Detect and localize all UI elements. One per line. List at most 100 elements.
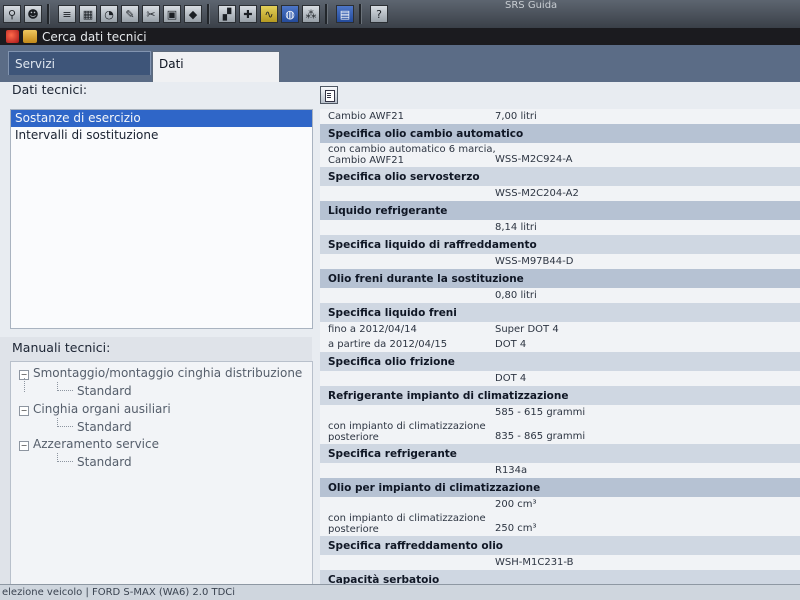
tree-connector	[57, 426, 73, 427]
section-header-label: Olio freni durante la sostituzione	[328, 273, 524, 285]
table-row: WSH-M1C231-B	[320, 555, 800, 570]
row-value: 7,00 litri	[495, 111, 537, 122]
tree-connector	[57, 382, 58, 391]
main-pane: Dati tecnici: Sostanze di esercizio Inte…	[0, 82, 800, 600]
calendar-icon[interactable]: ▤	[336, 5, 354, 23]
section-header-label: Specifica olio servosterzo	[328, 171, 480, 183]
tree-node-azzeramento-service[interactable]: − Azzeramento service	[19, 437, 159, 451]
puzzle-icon[interactable]: ✚	[239, 5, 257, 23]
image-icon[interactable]: ▣	[163, 5, 181, 23]
oscilloscope-icon[interactable]: ∿	[260, 5, 278, 23]
row-condition-label: fino a 2012/04/14	[328, 324, 417, 335]
row-condition-line: con impianto di climatizzazione	[328, 421, 486, 432]
table-row: con impianto di climatizzazione posterior…	[320, 420, 800, 444]
table-row: Cambio AWF21 7,00 litri	[320, 109, 800, 124]
table-row: WSS-M2C204-A2	[320, 186, 800, 201]
collapse-icon[interactable]: −	[19, 406, 29, 416]
row-condition-line: posteriore	[328, 524, 379, 535]
table-section-header: Specifica raffreddamento olio	[320, 536, 800, 555]
network-icon[interactable]: ⁂	[302, 5, 320, 23]
section-header-label: Specifica liquido freni	[328, 307, 457, 319]
table-section-header: Specifica liquido freni	[320, 303, 800, 322]
tree-connector	[24, 378, 25, 392]
help-icon[interactable]: ?	[370, 5, 388, 23]
tab-strip: Servizi manutenzione Dati manutenzione	[0, 45, 800, 95]
menu-partial[interactable]: SRS Guida	[505, 0, 557, 11]
table-section-header: Olio per impianto di climatizzazione	[320, 478, 800, 497]
tree-leaf-standard[interactable]: Standard	[77, 384, 132, 398]
table-section-header: Olio freni durante la sostituzione	[320, 269, 800, 288]
table-row: fino a 2012/04/14 Super DOT 4	[320, 322, 800, 337]
manuali-tecnici-label: Manuali tecnici:	[12, 340, 111, 355]
dati-tecnici-list: Sostanze di esercizio Intervalli di sost…	[10, 109, 313, 329]
table-row: a partire da 2012/04/15 DOT 4	[320, 337, 800, 352]
section-header-label: Specifica raffreddamento olio	[328, 540, 504, 552]
row-value: 0,80 litri	[495, 290, 537, 301]
diagram-icon[interactable]: ▞	[218, 5, 236, 23]
tree-node-cinghia-organi-ausiliari[interactable]: − Cinghia organi ausiliari	[19, 402, 171, 416]
section-header-label: Olio per impianto di climatizzazione	[328, 482, 541, 494]
section-header-label: Specifica olio cambio automatico	[328, 128, 524, 140]
manuali-tree: − Smontaggio/montaggio cinghia distribuzi…	[10, 361, 313, 600]
table-row: con cambio automatico 6 marcia, Cambio AW…	[320, 143, 800, 167]
sostanze-di-esercizio-table: Cambio AWF21 7,00 litri Specifica olio cam…	[320, 109, 800, 600]
main-toolbar: ⚲ ☻ ≡ ▦ ◔ ✎ ✂ ▣ ◆ ▞ ✚ ∿ ◍ ⁂ ▤ ? SRS Guid…	[0, 0, 800, 29]
table-section-header: Specifica olio servosterzo	[320, 167, 800, 186]
screen: ⚲ ☻ ≡ ▦ ◔ ✎ ✂ ▣ ◆ ▞ ✚ ∿ ◍ ⁂ ▤ ? SRS Guid…	[0, 0, 800, 600]
window-titlebar: Cerca dati tecnici	[0, 28, 800, 45]
tree-node-label: Azzeramento service	[33, 437, 159, 451]
tree-leaf-standard[interactable]: Standard	[77, 455, 132, 469]
table-row: R134a	[320, 463, 800, 478]
tree-node-label: Smontaggio/montaggio cinghia distribuzio…	[33, 366, 303, 380]
tools-icon[interactable]: ✂	[142, 5, 160, 23]
row-condition-line: con impianto di climatizzazione	[328, 513, 486, 524]
person-icon[interactable]: ☻	[24, 5, 42, 23]
row-condition-label: con impianto di climatizzazione posterior…	[328, 421, 486, 443]
row-condition-line: con cambio automatico 6 marcia,	[328, 144, 496, 155]
row-condition-label: con cambio automatico 6 marcia, Cambio AW…	[328, 144, 496, 166]
row-value: DOT 4	[495, 373, 527, 384]
manuali-tecnici-panel: Manuali tecnici: − Smontaggio/montaggio c…	[0, 337, 313, 600]
table-section-header: Specifica liquido di raffreddamento	[320, 235, 800, 254]
row-value: DOT 4	[495, 339, 527, 350]
toolbar-separator	[207, 4, 210, 24]
tree-node-cinghia-distribuzione[interactable]: − Smontaggio/montaggio cinghia distribuzi…	[19, 366, 302, 380]
table-row: 8,14 litri	[320, 220, 800, 235]
table-row: WSS-M97B44-D	[320, 254, 800, 269]
list-icon[interactable]: ≡	[58, 5, 76, 23]
wrench-icon[interactable]: ✎	[121, 5, 139, 23]
gauge-icon[interactable]: ◔	[100, 5, 118, 23]
cap-icon[interactable]: ◆	[184, 5, 202, 23]
status-bar: elezione veicolo | FORD S-MAX (WA6) 2.0 …	[0, 584, 800, 600]
tab-servizi-manutenzione[interactable]: Servizi manutenzione	[8, 51, 151, 95]
close-icon[interactable]	[6, 30, 19, 43]
row-value: WSS-M2C204-A2	[495, 188, 579, 199]
table-section-header: Refrigerante impianto di climatizzazione	[320, 386, 800, 405]
row-value: WSS-M2C924-A	[495, 154, 573, 165]
search-icon[interactable]: ⚲	[3, 5, 21, 23]
row-value: 200 cm³	[495, 499, 537, 510]
grid-icon[interactable]: ▦	[79, 5, 97, 23]
tree-node-label: Cinghia organi ausiliari	[33, 402, 171, 416]
toolbar-separator	[325, 4, 328, 24]
collapse-icon[interactable]: −	[19, 441, 29, 451]
row-condition-label: con impianto di climatizzazione posterior…	[328, 513, 486, 535]
list-item-intervalli-di-sostituzione[interactable]: Intervalli di sostituzione	[11, 127, 312, 144]
tree-leaf-standard[interactable]: Standard	[77, 420, 132, 434]
list-item-sostanze-di-esercizio[interactable]: Sostanze di esercizio	[11, 110, 312, 127]
dati-tecnici-label: Dati tecnici:	[12, 82, 88, 97]
table-section-header: Specifica olio cambio automatico	[320, 124, 800, 143]
section-header-label: Specifica olio frizione	[328, 356, 455, 368]
table-row: con impianto di climatizzazione posterior…	[320, 512, 800, 536]
row-value: Super DOT 4	[495, 324, 559, 335]
tab-dati-manutenzione[interactable]: Dati manutenzione	[152, 51, 280, 95]
table-row: 585 - 615 grammi	[320, 405, 800, 420]
globe-icon[interactable]: ◍	[281, 5, 299, 23]
section-header-label: Specifica liquido di raffreddamento	[328, 239, 537, 251]
toolbar-separator	[47, 4, 50, 24]
table-section-header: Liquido refrigerante	[320, 201, 800, 220]
print-document-icon[interactable]	[320, 86, 338, 104]
tree-connector	[57, 461, 73, 462]
table-row: DOT 4	[320, 371, 800, 386]
tree-connector	[57, 390, 73, 391]
